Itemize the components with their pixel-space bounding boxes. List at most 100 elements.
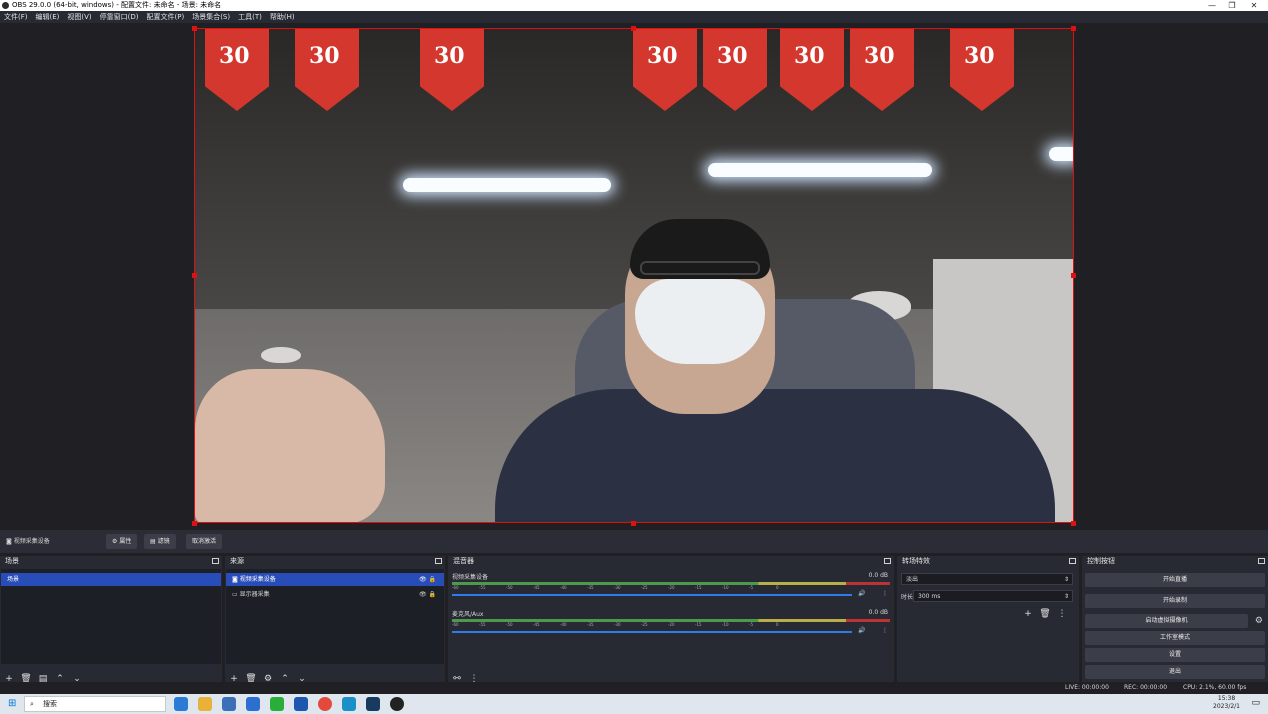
mixer-track: 麦克风/Aux 0.0 dB -60 -55 -50 -45 -40 -35 -30 -25-… <box>452 609 890 639</box>
ceiling-light <box>1049 147 1073 161</box>
track-name: 麦克风/Aux <box>452 611 484 618</box>
taskbar-search[interactable]: ⌕ 搜索 <box>24 696 166 712</box>
wechat-icon[interactable] <box>270 697 284 711</box>
obs-taskbar-icon[interactable] <box>390 697 404 711</box>
menu-bar: 文件(F) 编辑(E) 视图(V) 停靠窗口(D) 配置文件(P) 场景集合(S) 工具(T… <box>0 11 1268 23</box>
exit-button[interactable]: 退出 <box>1085 665 1265 679</box>
resize-handle[interactable] <box>631 26 636 31</box>
meter-ticks: -60 -55 -50 -45 -40 -35 -30 -25 -20 -15 -10 -5 0 <box>452 585 779 590</box>
track-name: 视频采集设备 <box>452 574 489 581</box>
undock-icon[interactable] <box>1069 558 1076 564</box>
sources-list: ◙ 视频采集设备 👁 🔒 ▭ 显示器采集 👁 🔒 <box>226 569 444 664</box>
file-explorer-icon[interactable] <box>198 697 212 711</box>
controls-title: 控制按钮 <box>1087 557 1115 565</box>
scenes-dock: 场景 场景 + 🗑 ▤ ⌃ ⌄ <box>0 556 222 684</box>
taskbar: ⊞ ⌕ 搜索 15:38 2023/2/1 ▭ <box>0 694 1268 714</box>
start-recording-button[interactable]: 开始录制 <box>1085 594 1265 608</box>
deactivate-button[interactable]: 取消激活 <box>186 534 223 549</box>
more-icon[interactable]: ⋮ <box>882 590 888 597</box>
steam-icon[interactable] <box>366 697 380 711</box>
resize-handle[interactable] <box>631 521 636 526</box>
resize-handle[interactable] <box>1071 26 1076 31</box>
source-item[interactable]: ▭ 显示器采集 👁 🔒 <box>226 588 444 601</box>
virtual-camera-button[interactable]: 启动虚拟摄像机 <box>1085 614 1248 628</box>
properties-button[interactable]: ⚙ 属性 <box>106 534 138 549</box>
selected-source-label: 视频采集设备 <box>13 538 50 545</box>
start-streaming-button[interactable]: 开始直播 <box>1085 573 1265 587</box>
chevron-updown-icon: ⇕ <box>1063 576 1069 583</box>
resize-handle[interactable] <box>1071 273 1076 278</box>
menu-profile[interactable]: 配置文件(P) <box>143 11 189 23</box>
close-button[interactable]: ✕ <box>1240 0 1268 11</box>
settings-button[interactable]: 设置 <box>1085 648 1265 662</box>
track-db: 0.0 dB <box>868 609 888 616</box>
menu-docks[interactable]: 停靠窗口(D) <box>96 11 143 23</box>
mixer-track: 视频采集设备 0.0 dB -60 -55 -50 -45 -40 -35 -30 -25 -2… <box>452 572 890 602</box>
trash-icon[interactable]: 🗑 <box>1038 607 1052 621</box>
app-icon[interactable] <box>342 697 356 711</box>
studio-mode-button[interactable]: 工作室模式 <box>1085 631 1265 645</box>
source-item[interactable]: ◙ 视频采集设备 👁 🔒 <box>226 573 444 586</box>
transition-select[interactable]: 淡出 ⇕ <box>901 573 1073 585</box>
mail-icon[interactable] <box>246 697 260 711</box>
search-icon: ⌕ <box>30 700 34 708</box>
scene-item[interactable]: 场景 <box>1 573 221 586</box>
duration-input[interactable]: 300 ms ⇕ <box>913 590 1073 602</box>
taskbar-clock[interactable]: 15:38 2023/2/1 <box>1213 695 1240 711</box>
undock-icon[interactable] <box>212 558 219 564</box>
notification-icon[interactable]: ▭ <box>1251 698 1260 708</box>
camera-icon: ◙ <box>6 538 12 545</box>
undock-icon[interactable] <box>1258 558 1265 564</box>
speaker-icon[interactable]: 🔊 <box>858 590 865 597</box>
word-icon[interactable] <box>294 697 308 711</box>
menu-tools[interactable]: 工具(T) <box>234 11 266 23</box>
resize-handle[interactable] <box>192 521 197 526</box>
more-icon[interactable]: ⋮ <box>1055 607 1069 621</box>
volume-slider[interactable] <box>452 631 852 633</box>
cpu-status: CPU: 2.1%, 60.00 fps <box>1183 684 1247 691</box>
gear-icon[interactable]: ⚙ <box>1255 616 1263 626</box>
live-status: LIVE: 00:00:00 <box>1065 684 1109 691</box>
sources-toolbar: + 🗑 ⚙ ⌃ ⌄ <box>227 666 312 684</box>
menu-edit[interactable]: 编辑(E) <box>32 11 64 23</box>
menu-scene-collection[interactable]: 场景集合(S) <box>188 11 234 23</box>
resize-handle[interactable] <box>192 26 197 31</box>
windows-start-icon[interactable]: ⊞ <box>8 698 16 709</box>
monitor-icon: ▭ <box>232 591 238 598</box>
menu-file[interactable]: 文件(F) <box>0 11 32 23</box>
mixer-toolbar: ⚯ ⋮ <box>450 666 484 684</box>
menu-view[interactable]: 视图(V) <box>63 11 95 23</box>
filters-button[interactable]: ▤ 滤镜 <box>144 534 176 549</box>
resize-handle[interactable] <box>192 273 197 278</box>
gear-icon: ⚙ <box>112 538 118 545</box>
camera-icon: ◙ <box>232 576 238 583</box>
ceiling-light <box>708 163 932 177</box>
sources-title: 来源 <box>230 557 244 565</box>
glasses <box>640 261 760 275</box>
transitions-title: 转场特效 <box>902 557 930 565</box>
resize-handle[interactable] <box>1071 521 1076 526</box>
menu-help[interactable]: 帮助(H) <box>266 11 299 23</box>
lamp-fixture <box>261 347 301 363</box>
window-title: OBS 29.0.0 (64-bit, windows) - 配置文件: 未命名… <box>12 1 222 9</box>
undock-icon[interactable] <box>884 558 891 564</box>
undock-icon[interactable] <box>435 558 442 564</box>
transitions-dock: 转场特效 淡出 ⇕ 时长 300 ms ⇕ + 🗑 ⋮ <box>897 556 1079 682</box>
track-db: 0.0 dB <box>868 572 888 579</box>
eye-icon lock-icon[interactable]: 👁 🔒 <box>419 573 436 586</box>
webcam-preview[interactable]: 30 30 30 30 30 30 30 30 <box>194 28 1074 523</box>
title-bar: OBS 29.0.0 (64-bit, windows) - 配置文件: 未命名… <box>0 0 1268 11</box>
obs-logo-icon <box>2 2 9 9</box>
face-mask <box>635 279 765 364</box>
speaker-icon[interactable]: 🔊 <box>858 627 865 634</box>
chrome-icon[interactable] <box>318 697 332 711</box>
spinner-icon: ⇕ <box>1063 593 1069 600</box>
store-icon[interactable] <box>222 697 236 711</box>
add-icon[interactable]: + <box>1021 607 1035 621</box>
eye-icon lock-icon[interactable]: 👁 🔒 <box>419 588 436 601</box>
rec-status: REC: 00:00:00 <box>1124 684 1168 691</box>
more-icon[interactable]: ⋮ <box>882 627 888 634</box>
meter-ticks: -60 -55 -50 -45 -40 -35 -30 -25 -20 -15 -10 -5 0 <box>452 622 779 627</box>
volume-slider[interactable] <box>452 594 852 596</box>
edge-icon[interactable] <box>174 697 188 711</box>
